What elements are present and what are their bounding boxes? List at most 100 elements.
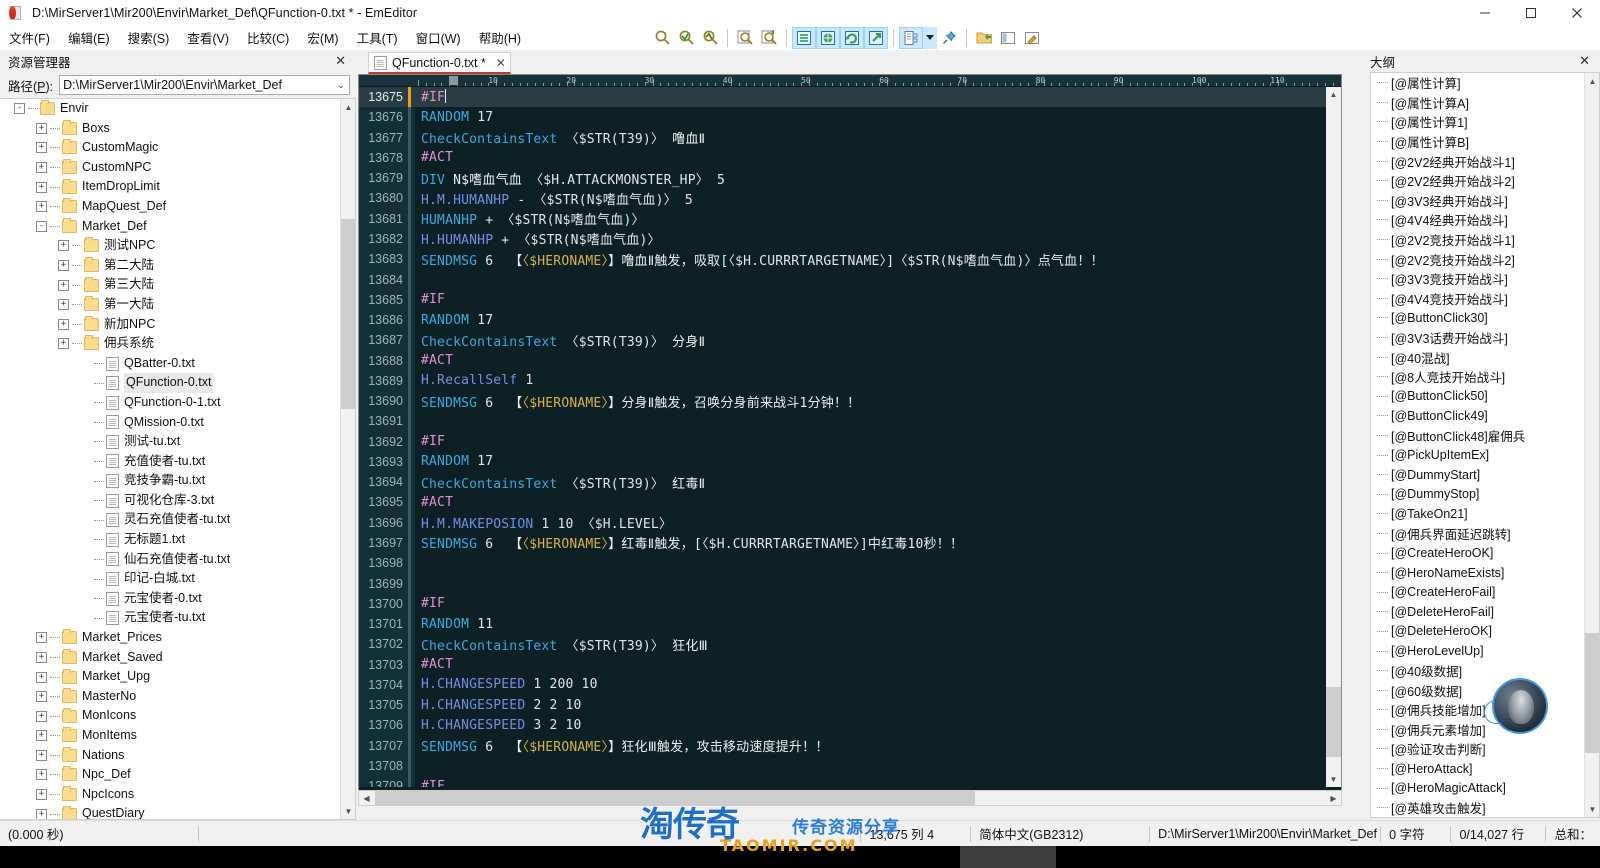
code-text[interactable]: SENDMSG 6 【〈$HERONAME〉】分身Ⅱ触发，召唤分身前来战斗1分钟… — [411, 392, 1341, 411]
code-line[interactable]: 13697 SENDMSG 6 【〈$HERONAME〉】红毒Ⅱ触发，[〈$H.C… — [359, 532, 1341, 554]
tree-file-item[interactable]: 印记-白城.txt — [0, 569, 341, 589]
outline-item[interactable]: [@CreateHeroFail] — [1371, 582, 1599, 602]
expand-icon[interactable]: + — [36, 691, 47, 703]
outline-item[interactable]: [@HeroMagicAttack] — [1371, 778, 1599, 798]
tree-folder-item[interactable]: + MonItems — [0, 726, 341, 746]
code-editor[interactable]: 102030405060708090100110120 13675#IF1367… — [358, 74, 1342, 802]
expand-icon[interactable]: + — [58, 338, 69, 350]
code-text[interactable]: SENDMSG 6 【〈$HERONAME〉】狂化Ⅲ触发，攻击移动速度提升！！ — [411, 736, 1341, 755]
outline-item[interactable]: [@DummyStop] — [1371, 484, 1599, 504]
code-line[interactable]: 13708 — [359, 755, 1341, 777]
menu-search[interactable]: 搜索(S) — [119, 25, 179, 50]
outline-item[interactable]: [@DeleteHeroOK] — [1371, 622, 1599, 642]
code-text[interactable]: HUMANHP + 〈$STR(N$嗜血气血)〉 — [411, 209, 1341, 228]
code-text[interactable]: CheckContainsText 〈$STR(T39)〉 分身Ⅱ — [411, 331, 1341, 350]
code-line[interactable]: 13683 SENDMSG 6 【〈$HERONAME〉】噜血Ⅱ触发，吸取[〈$H… — [359, 249, 1341, 270]
menu-tools[interactable]: 工具(T) — [348, 25, 407, 50]
expand-icon[interactable]: + — [36, 201, 47, 213]
outline-item[interactable]: [@3V3竞技开始战斗] — [1371, 269, 1599, 289]
code-line[interactable]: 13691 — [359, 411, 1341, 432]
tree-file-item[interactable]: 仙石充值使者-tu.txt — [0, 550, 341, 570]
expand-icon[interactable]: + — [36, 142, 47, 154]
tree-file-item[interactable]: QFunction-0.txt — [0, 373, 341, 393]
outline-item[interactable]: [@英雄攻击触发] — [1371, 798, 1599, 817]
code-text[interactable]: #IF — [411, 89, 1341, 105]
outline-item[interactable]: [@验证攻击判断] — [1371, 739, 1599, 759]
outline-item[interactable]: [@ButtonClick50] — [1371, 387, 1599, 407]
code-text[interactable]: CheckContainsText 〈$STR(T39)〉 红毒Ⅱ — [411, 473, 1341, 492]
code-text[interactable]: #ACT — [411, 150, 1341, 165]
close-button[interactable] — [1554, 0, 1600, 26]
outline-item[interactable]: [@2V2经典开始战斗1] — [1371, 151, 1599, 171]
replace-in-files-icon[interactable] — [757, 27, 781, 49]
code-line[interactable]: 13686 RANDOM 17 — [359, 309, 1341, 331]
tree-folder-item[interactable]: + Market_Prices — [0, 628, 341, 648]
path-input[interactable] — [60, 76, 333, 94]
code-line[interactable]: 13681 HUMANHP + 〈$STR(N$嗜血气血)〉 — [359, 208, 1341, 229]
tree-folder-item[interactable]: + MapQuest_Def — [0, 197, 341, 217]
outline-item[interactable]: [@属性计算] — [1371, 73, 1599, 93]
code-lines[interactable]: 13675 #IF 13676 RANDOM 17 13677 CheckContains… — [359, 87, 1341, 787]
expand-icon[interactable]: + — [36, 181, 47, 193]
code-text[interactable]: RANDOM 17 — [411, 313, 1341, 328]
outline-scroll-down-icon[interactable]: ▼ — [1585, 801, 1599, 817]
outline-item[interactable]: [@PickUpItemEx] — [1371, 445, 1599, 465]
code-line[interactable]: 13709 #IF — [359, 776, 1341, 787]
code-line[interactable]: 13695 #ACT — [359, 492, 1341, 513]
code-text[interactable]: CheckContainsText 〈$STR(T39)〉 狂化Ⅲ — [411, 635, 1341, 654]
expand-icon[interactable]: + — [58, 279, 69, 291]
avatar[interactable] — [1492, 678, 1548, 734]
chevron-down-icon[interactable] — [923, 26, 938, 49]
hero-avatar-widget[interactable]: 英 — [1484, 678, 1548, 742]
outline-item[interactable]: [@属性计算A] — [1371, 93, 1599, 113]
code-text[interactable]: H.CHANGESPEED 1 200 10 — [411, 677, 1341, 692]
outline-close-icon[interactable]: ✕ — [1575, 53, 1594, 69]
code-text[interactable]: SENDMSG 6 【〈$HERONAME〉】噜血Ⅱ触发，吸取[〈$H.CURR… — [411, 250, 1341, 269]
tree-folder-item[interactable]: + Npc_Def — [0, 765, 341, 785]
tree-folder-item[interactable]: + Market_Saved — [0, 648, 341, 668]
find-prev-icon[interactable] — [698, 27, 722, 49]
expand-icon[interactable]: + — [36, 710, 47, 722]
tree-folder-item[interactable]: + 新加NPC — [0, 315, 341, 335]
outline-item[interactable]: [@2V2竞技开始战斗1] — [1371, 230, 1599, 250]
outline-item[interactable]: [@3V3经典开始战斗] — [1371, 191, 1599, 211]
tree-file-item[interactable]: 可视化仓库-3.txt — [0, 491, 341, 511]
path-dropdown-icon[interactable]: ⌄ — [333, 76, 349, 94]
menu-compare[interactable]: 比较(C) — [238, 25, 298, 50]
outline-item[interactable]: [@4V4竞技开始战斗] — [1371, 289, 1599, 309]
outline-item[interactable]: [@HeroAttack] — [1371, 759, 1599, 779]
code-text[interactable]: #ACT — [411, 353, 1341, 368]
tree-folder-item[interactable]: + QuestDiary — [0, 804, 341, 819]
outline-item[interactable]: [@4V4经典开始战斗] — [1371, 210, 1599, 230]
tree-folder-item[interactable]: + Boxs — [0, 119, 341, 139]
tree-folder-item[interactable]: + Market_Upg — [0, 667, 341, 687]
tree-file-item[interactable]: 竞技争霸-tu.txt — [0, 471, 341, 491]
menu-file[interactable]: 文件(F) — [0, 25, 59, 50]
code-line[interactable]: 13703 #ACT — [359, 654, 1341, 675]
code-text[interactable]: SENDMSG 6 【〈$HERONAME〉】红毒Ⅱ触发，[〈$H.CURRRT… — [411, 533, 1341, 552]
collapse-icon[interactable]: - — [36, 220, 47, 232]
maximize-button[interactable] — [1508, 0, 1554, 26]
code-text[interactable]: #IF — [411, 596, 1341, 611]
code-line[interactable]: 13689 H.RecallSelf 1 — [359, 370, 1341, 391]
code-text[interactable]: DIV N$嗜血气血 〈$H.ATTACKMONSTER_HP〉 5 — [411, 169, 1341, 188]
outline-item[interactable]: [@ButtonClick49] — [1371, 406, 1599, 426]
expand-icon[interactable]: + — [36, 162, 47, 174]
hscroll-thumb[interactable] — [375, 791, 975, 805]
outline-item[interactable]: [@ButtonClick48]雇佣兵 — [1371, 426, 1599, 446]
code-line[interactable]: 13679 DIV N$嗜血气血 〈$H.ATTACKMONSTER_HP〉 5 — [359, 168, 1341, 189]
code-text[interactable]: CheckContainsText 〈$STR(T39)〉 噜血Ⅱ — [411, 128, 1341, 147]
code-text[interactable]: H.M.HUMANHP - 〈$STR(N$嗜血气血)〉 5 — [411, 189, 1341, 208]
code-line[interactable]: 13680 H.M.HUMANHP - 〈$STR(N$嗜血气血)〉 5 — [359, 188, 1341, 209]
tree-file-item[interactable]: 充值使者-tu.txt — [0, 452, 341, 472]
refresh-icon[interactable] — [840, 26, 865, 49]
explorer-close-icon[interactable]: ✕ — [331, 53, 350, 69]
tree-file-item[interactable]: 元宝使者-0.txt — [0, 589, 341, 609]
outline-scroll-up-icon[interactable]: ▲ — [1585, 73, 1599, 89]
tree-folder-item[interactable]: + 第一大陆 — [0, 295, 341, 315]
editor-scroll-down-icon[interactable]: ▼ — [1326, 772, 1341, 787]
outline-item[interactable]: [@3V3话费开始战斗] — [1371, 328, 1599, 348]
code-text[interactable]: RANDOM 17 — [411, 110, 1341, 125]
outline-icon[interactable] — [899, 26, 924, 49]
code-line[interactable]: 13675 #IF — [359, 87, 1341, 108]
